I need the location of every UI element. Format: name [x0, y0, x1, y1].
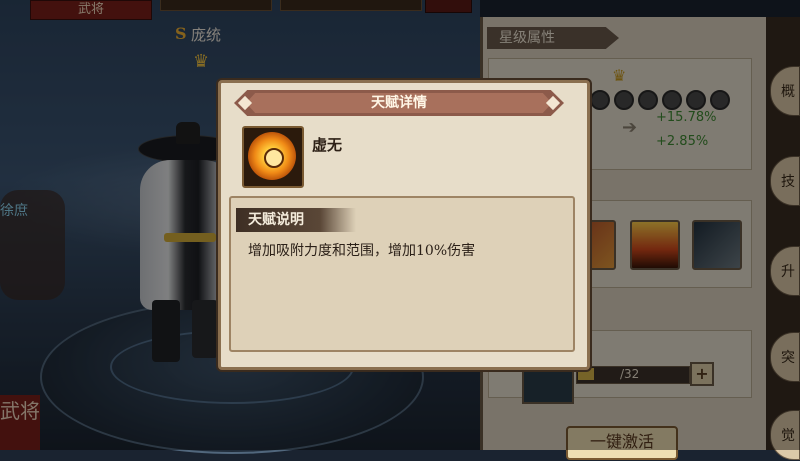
talent-description: 增加吸附力度和范围，增加10%伤害 [248, 243, 476, 259]
modal-title: 天赋详情 [371, 95, 427, 111]
section-title: 天赋说明 [248, 212, 304, 228]
talent-name: 虚无 [312, 136, 343, 154]
talent-icon-core [264, 148, 284, 168]
